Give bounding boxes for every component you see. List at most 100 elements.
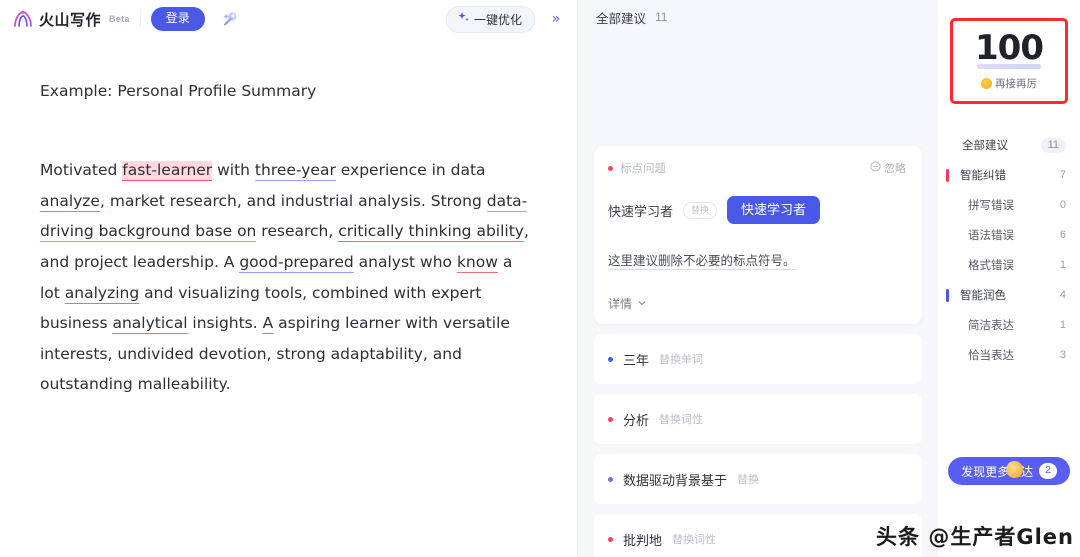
- suggestion-item-kind: 替换词性: [659, 414, 704, 427]
- category-label: 智能润色: [960, 290, 1006, 302]
- category-row[interactable]: 恰当表达 3: [938, 340, 1080, 370]
- optimize-label: 一键优化: [473, 12, 522, 27]
- category-label: 智能纠错: [960, 170, 1006, 182]
- suggestion-card-active[interactable]: 标点问题 忽略 快速学习者 替换 快速学习者 这里建议删除不必要的标点符号。 详…: [594, 146, 922, 325]
- beta-badge: Beta: [109, 14, 130, 24]
- category-row[interactable]: 语法错误 6: [938, 220, 1080, 250]
- suggestion-card-header: 标点问题 忽略: [608, 160, 906, 176]
- ignore-button[interactable]: 忽略: [870, 160, 906, 176]
- document-area[interactable]: Example: Personal Profile Summary Motiva…: [0, 38, 577, 400]
- doc-issue-run[interactable]: know: [456, 253, 498, 274]
- suggestion-card-tag: 标点问题: [608, 160, 666, 176]
- doc-issue-run[interactable]: analyze: [40, 191, 100, 212]
- suggestion-item-word: 三年: [623, 352, 650, 368]
- top-bar: 火山写作 Beta 登录 一键优化 »: [0, 0, 577, 38]
- suggestion-item-kind: 替换: [737, 474, 760, 487]
- score-subtitle-label: 再接再厉: [995, 78, 1037, 90]
- doc-text-run: with: [212, 161, 255, 180]
- suggestions-header: 全部建议 11: [578, 0, 938, 34]
- category-list: 全部建议 11 智能纠错 7 拼写错误 0 语法错误 6 格式错误 1 智能润色 4 简洁表达 1 恰当表达…: [938, 130, 1080, 370]
- volcano-logo-icon: [12, 9, 34, 29]
- ignore-label: 忽略: [884, 163, 906, 175]
- discover-more-button[interactable]: 发现更多表达 2: [948, 457, 1070, 485]
- suggestions-list: 标点问题 忽略 快速学习者 替换 快速学习者 这里建议删除不必要的标点符号。 详…: [578, 146, 938, 557]
- doc-issue-run[interactable]: three-year: [254, 161, 336, 182]
- doc-text-run: analyst who: [353, 253, 457, 272]
- doc-issue-run[interactable]: fast-learner: [122, 161, 213, 182]
- suggestion-list-item[interactable]: 三年 替换单词: [594, 334, 922, 385]
- original-word: 快速学习者: [608, 203, 674, 219]
- collapse-panel-icon[interactable]: »: [543, 6, 569, 32]
- suggestion-description: 这里建议删除不必要的标点符号。: [608, 254, 796, 269]
- doc-text-run: research,: [256, 222, 339, 241]
- suggestion-list-item[interactable]: 批判地 替换词性: [594, 514, 922, 557]
- score-sidebar: 100 再接再厉 全部建议 11 智能纠错 7 拼写错误 0 语法错误 6 格式错误 1 智能润色 4…: [938, 0, 1080, 557]
- category-active-bar: [946, 289, 949, 302]
- severity-dot-icon: [608, 536, 613, 542]
- category-row[interactable]: 全部建议 11: [938, 130, 1080, 160]
- category-row[interactable]: 拼写错误 0: [938, 190, 1080, 220]
- doc-issue-run[interactable]: critically thinking ability: [338, 222, 524, 243]
- brand-name: 火山写作: [39, 11, 102, 29]
- suggestion-list-item[interactable]: 分析 替换词性: [594, 394, 922, 445]
- cursor-pointer-icon: [1006, 461, 1023, 478]
- category-label: 简洁表达: [968, 320, 1014, 332]
- severity-dot-icon: [608, 356, 613, 362]
- category-active-bar: [946, 169, 949, 182]
- doc-issue-run[interactable]: analyzing: [64, 283, 140, 304]
- magic-wand-icon[interactable]: [217, 6, 243, 32]
- category-row[interactable]: 格式错误 1: [938, 250, 1080, 280]
- suggestions-header-label: 全部建议: [596, 11, 647, 26]
- watermark: 头条 @生产者Glen: [876, 525, 1074, 549]
- category-count: 0: [1059, 199, 1066, 211]
- suggestion-item-kind: 替换单词: [659, 354, 704, 367]
- doc-issue-run[interactable]: analytical: [112, 314, 188, 335]
- doc-issue-run[interactable]: A: [262, 314, 274, 335]
- suggestion-item-word: 分析: [623, 412, 650, 428]
- header-divider: [139, 11, 141, 27]
- suggestion-item-kind: 替换词性: [672, 534, 717, 547]
- category-row[interactable]: 简洁表达 1: [938, 310, 1080, 340]
- category-count: 1: [1059, 319, 1066, 331]
- suggestion-list-item[interactable]: 数据驱动背景基于 替换: [594, 454, 922, 505]
- suggestion-item-word: 批判地: [623, 532, 663, 548]
- circle-minus-icon: [870, 161, 881, 175]
- suggestion-item-word: 数据驱动背景基于: [623, 472, 728, 488]
- replacement-row: 快速学习者 替换 快速学习者: [608, 196, 906, 225]
- score-subtitle: 再接再厉: [981, 76, 1037, 91]
- score-value: 100: [975, 28, 1044, 69]
- document-paragraph[interactable]: Motivated fast-learner with three-year e…: [40, 155, 537, 400]
- category-row[interactable]: 智能润色 4: [938, 280, 1080, 310]
- suggestion-card-tag-label: 标点问题: [620, 163, 666, 175]
- category-count: 11: [1040, 137, 1066, 153]
- one-click-optimize-button[interactable]: 一键优化: [445, 5, 535, 33]
- chevron-down-icon: [637, 297, 647, 311]
- category-label: 恰当表达: [968, 350, 1014, 362]
- suggestions-header-count: 11: [655, 10, 668, 24]
- category-count: 7: [1059, 169, 1066, 181]
- editor-column: 火山写作 Beta 登录 一键优化 » Example: Personal Pr…: [0, 0, 578, 557]
- suggestions-column: 全部建议 11 标点问题 忽略 快速学习者 替换 快速学习者 这里建议删除不必要…: [578, 0, 938, 557]
- severity-dot-icon: [608, 476, 613, 482]
- sparkle-icon: [457, 11, 470, 27]
- severity-dot-icon: [608, 165, 613, 171]
- doc-text-run: Motivated: [40, 161, 123, 180]
- brand-logo[interactable]: 火山写作 Beta: [12, 9, 130, 30]
- login-button[interactable]: 登录: [150, 7, 205, 31]
- category-count: 1: [1059, 259, 1066, 271]
- score-card: 100 再接再厉: [950, 18, 1068, 104]
- document-title: Example: Personal Profile Summary: [40, 82, 317, 100]
- severity-dot-icon: [608, 416, 613, 422]
- detail-toggle[interactable]: 详情: [608, 295, 906, 312]
- doc-text-run: , market research, and industrial analys…: [99, 191, 487, 210]
- category-label: 全部建议: [962, 140, 1008, 152]
- doc-issue-run[interactable]: good-prepared: [239, 253, 354, 274]
- apply-replacement-button[interactable]: 快速学习者: [727, 196, 821, 225]
- smiley-emoji-icon: [981, 78, 992, 89]
- suggestion-items-container: 三年 替换单词 分析 替换词性 数据驱动背景基于 替换 批判地 替换词性: [594, 334, 922, 557]
- swap-arrow-pill: 替换: [683, 201, 718, 219]
- category-label: 格式错误: [968, 260, 1014, 272]
- category-row[interactable]: 智能纠错 7: [938, 160, 1080, 190]
- top-bar-right-actions: 一键优化 »: [445, 0, 569, 38]
- category-label: 拼写错误: [968, 200, 1014, 212]
